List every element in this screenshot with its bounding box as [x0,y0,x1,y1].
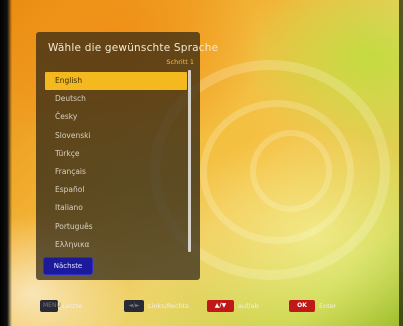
hint-leftright: ◄/► Links/Rechts [124,299,189,313]
hint-updown: ▲/▼ auf/ab [207,299,259,313]
language-item-portugues[interactable]: Português [45,218,187,236]
hint-menu: MENU Letzte [40,299,82,313]
language-item-english[interactable]: English [45,72,187,91]
hint-menu-label: Letzte [62,302,83,310]
ok-key-icon: OK [289,300,315,312]
language-item-slovenski[interactable]: Slovenski [45,127,187,145]
menu-key-icon: MENU [40,300,61,312]
screen-edge-right [399,0,403,326]
language-item-deutsch[interactable]: Deutsch [45,90,187,108]
language-item-espanol[interactable]: Español [45,181,187,199]
next-button[interactable]: Nächste [43,257,93,275]
screen-edge [0,0,12,326]
updown-key-icon: ▲/▼ [207,300,234,312]
background-swirl-core [250,130,332,212]
dialog-title: Wähle die gewünschte Sprache [48,42,219,54]
step-indicator: Schritt 1 [166,58,194,66]
hint-ok: OK Enter [289,299,336,313]
language-item-francais[interactable]: Français [45,163,187,181]
hint-updown-label: auf/ab [238,302,259,310]
language-list: English Deutsch Česky Slovenski Türkçe F… [45,72,191,254]
language-item-italiano[interactable]: Italiano [45,199,187,217]
leftright-key-icon: ◄/► [124,300,144,312]
language-item-turkce[interactable]: Türkçe [45,145,187,163]
language-item-ellinika[interactable]: Ελληνικα [45,236,187,254]
list-scrollbar[interactable] [188,70,191,252]
hint-leftright-label: Links/Rechts [148,302,189,310]
hint-ok-label: Enter [319,302,337,310]
language-item-cesky[interactable]: Česky [45,108,187,126]
language-dialog: Wähle die gewünschte Sprache Schritt 1 E… [36,32,218,280]
